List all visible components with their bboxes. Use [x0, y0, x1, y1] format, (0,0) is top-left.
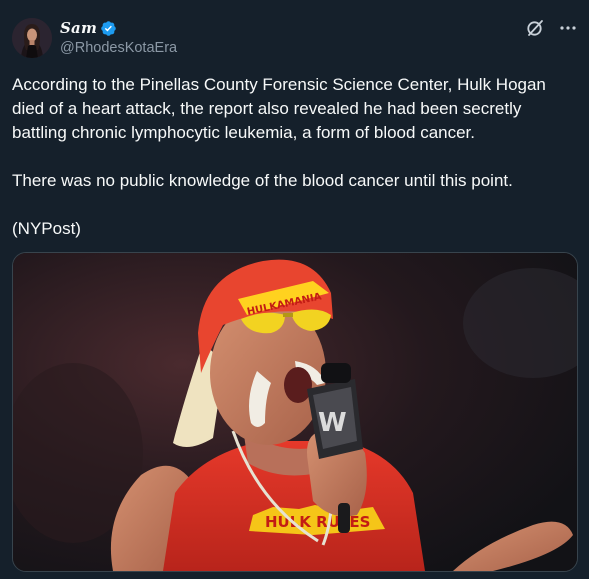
author-block: Sam @RhodesKotaEra	[60, 19, 177, 56]
svg-text:W: W	[318, 408, 347, 438]
avatar[interactable]	[12, 18, 52, 58]
name-row: Sam	[60, 19, 177, 37]
tweet-paragraph: There was no public knowledge of the blo…	[12, 171, 513, 190]
tweet-image[interactable]: HULK RULES HULKAMANIA W	[12, 252, 578, 572]
tweet-text: According to the Pinellas County Forensi…	[12, 73, 577, 241]
tweet-paragraph: According to the Pinellas County Forensi…	[12, 75, 551, 142]
shirt-text: HULK RULES	[265, 513, 370, 531]
verified-badge-icon	[100, 20, 117, 37]
more-horizontal-icon[interactable]	[559, 19, 577, 37]
tweet-card: Sam @RhodesKotaEra According to the Pine…	[0, 0, 589, 579]
display-name[interactable]: Sam	[60, 19, 97, 37]
tweet-paragraph: (NYPost)	[12, 219, 81, 238]
author-handle[interactable]: @RhodesKotaEra	[60, 40, 177, 56]
tweet-header: Sam @RhodesKotaEra	[12, 14, 577, 60]
tweet-top-actions	[525, 18, 577, 38]
grok-icon[interactable]	[525, 18, 545, 38]
